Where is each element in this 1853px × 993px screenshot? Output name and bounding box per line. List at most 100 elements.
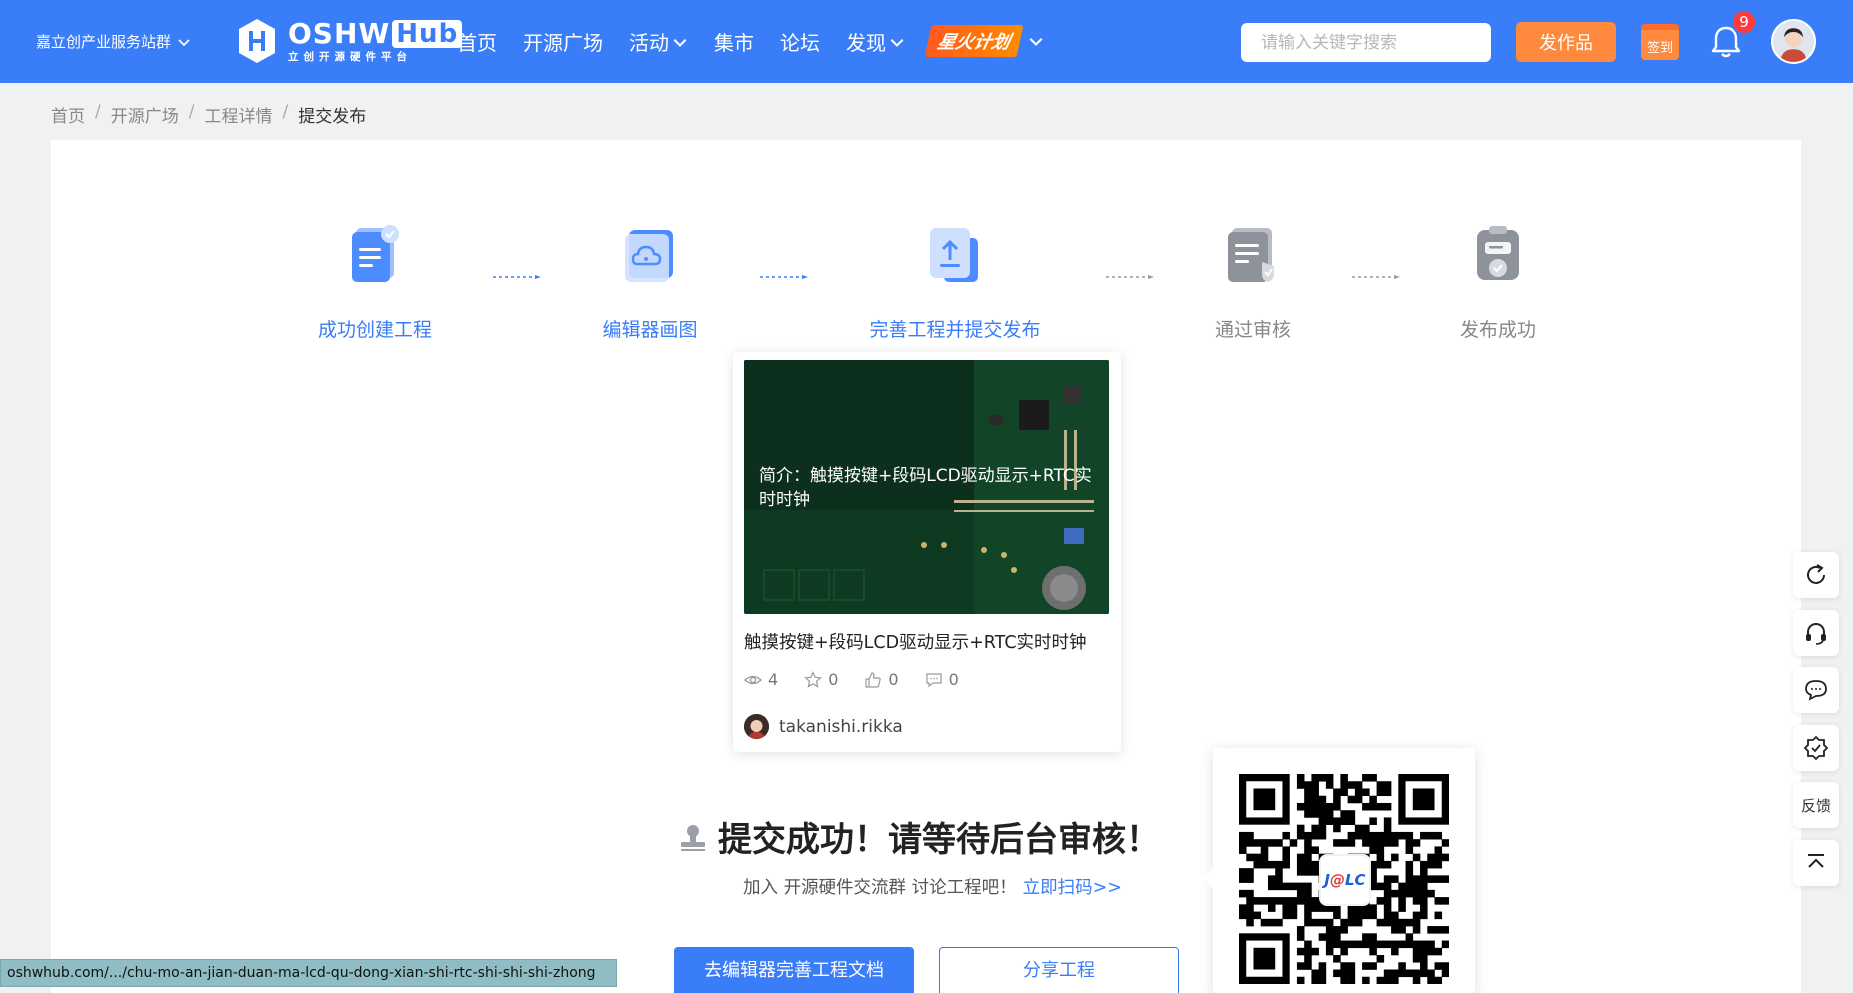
breadcrumb-current: 提交发布 (298, 107, 367, 127)
author-name: takanishi.rikka (779, 716, 903, 737)
publish-button[interactable]: 发作品 (1516, 22, 1616, 62)
spark-plan-badge: 星火计划 (924, 25, 1024, 57)
avatar-image (1773, 21, 1814, 62)
breadcrumb: 首页 / 开源广场 / 工程详情 / 提交发布 (51, 102, 366, 127)
go-to-editor-button[interactable]: 去编辑器完善工程文档 (674, 947, 914, 993)
chat-bubble-icon (1805, 680, 1827, 701)
comments-count: 0 (948, 670, 959, 689)
breadcrumb-separator: / (188, 102, 195, 122)
search-box (1241, 23, 1491, 62)
user-avatar[interactable] (1771, 19, 1816, 64)
logo-hub-text: Hub (392, 19, 463, 48)
upload-icon (930, 228, 978, 282)
chevron-down-icon (1029, 37, 1043, 46)
cluster-menu[interactable]: 嘉立创产业服务站群 (36, 31, 191, 52)
site-logo[interactable]: OSHW Hub 立创开源硬件平台 (236, 16, 463, 65)
qr-logo-at: @ (1330, 871, 1345, 889)
logo-subtitle: 立创开源硬件平台 (288, 50, 412, 63)
likes-stat: 0 (864, 670, 899, 689)
nav-item-home[interactable]: 首页 (457, 27, 497, 56)
headset-icon (1806, 623, 1826, 645)
nav-item-square[interactable]: 开源广场 (523, 27, 603, 56)
main-nav: 首页 开源广场 活动 集市 论坛 发现 (457, 27, 931, 56)
step-review: 通过审核 (1178, 220, 1328, 342)
breadcrumb-project[interactable]: 工程详情 (204, 102, 272, 127)
thumbs-up-icon (865, 671, 882, 688)
cloud-editor-icon (625, 230, 673, 282)
step-label: 成功创建工程 (317, 319, 432, 341)
step-arrow (760, 275, 808, 279)
nav-item-discover[interactable]: 发现 (846, 27, 905, 56)
nav-item-market[interactable]: 集市 (714, 27, 754, 56)
review-doc-icon (1228, 228, 1274, 282)
join-text: 加入 开源硬件交流群 讨论工程吧！ (743, 878, 1017, 898)
step-editor: 编辑器画图 (575, 220, 725, 342)
step-create: 成功创建工程 (300, 220, 450, 342)
search-input[interactable] (1261, 32, 1480, 53)
step-submit: 完善工程并提交发布 (855, 220, 1055, 342)
project-card[interactable]: 简介：触摸按键+段码LCD驱动显示+RTC实时时钟 触摸按键+段码LCD驱动显示… (733, 352, 1121, 752)
project-title[interactable]: 触摸按键+段码LCD驱动显示+RTC实时时钟 (744, 629, 1087, 654)
signin-button[interactable]: 签到 (1641, 24, 1679, 60)
back-to-top-icon (1808, 854, 1824, 868)
customer-service-button[interactable] (1793, 610, 1839, 656)
comment-icon (925, 672, 942, 687)
star-icon (804, 670, 823, 688)
back-to-top-button[interactable] (1793, 840, 1839, 886)
document-icon (352, 225, 399, 282)
notification-badge: 9 (1731, 9, 1757, 35)
step-label: 通过审核 (1214, 319, 1291, 341)
cluster-label: 嘉立创产业服务站群 (36, 33, 172, 51)
breadcrumb-separator: / (282, 102, 289, 122)
logo-main-text: OSHW (288, 16, 391, 50)
share-project-button[interactable]: 分享工程 (939, 947, 1179, 993)
step-published: 发布成功 (1423, 220, 1573, 342)
nav-label: 首页 (457, 31, 497, 55)
spark-plan-menu[interactable]: 星火计划 (924, 25, 1044, 57)
qr-logo-lc: LC (1345, 871, 1366, 889)
nav-label: 开源广场 (523, 31, 603, 55)
badge-check-icon (1803, 735, 1829, 761)
project-description: 简介：触摸按键+段码LCD驱动显示+RTC实时时钟 (759, 466, 1092, 510)
chevron-down-icon (673, 38, 687, 47)
signin-label: 签到 (1646, 41, 1673, 56)
nav-item-forum[interactable]: 论坛 (780, 27, 820, 56)
refresh-icon (1807, 564, 1825, 584)
stamp-icon (681, 824, 705, 851)
stars-stat: 0 (804, 670, 838, 689)
clipboard-check-icon (1477, 226, 1519, 280)
step-label: 编辑器画图 (602, 319, 698, 341)
nav-label: 发现 (846, 31, 886, 55)
logo-hexagon-icon (239, 19, 275, 63)
step-arrow (493, 275, 541, 279)
chat-button[interactable] (1793, 667, 1839, 713)
chevron-down-icon (178, 38, 190, 46)
step-arrow (1352, 275, 1400, 279)
breadcrumb-square[interactable]: 开源广场 (111, 102, 179, 127)
top-header: 嘉立创产业服务站群 OSHW Hub 立创开源硬件平台 首页 开源广场 活动 集… (0, 0, 1853, 83)
nav-label: 论坛 (780, 31, 820, 55)
stars-count: 0 (828, 670, 839, 689)
comments-stat: 0 (925, 670, 959, 689)
views-stat: 4 (744, 670, 778, 689)
chevron-down-icon (890, 38, 904, 47)
step-arrow (1106, 275, 1154, 279)
nav-label: 集市 (714, 31, 754, 55)
scan-now-link[interactable]: 立即扫码>> (1023, 878, 1122, 898)
breadcrumb-home[interactable]: 首页 (51, 102, 85, 127)
qr-code-popup: J @ LC (1203, 748, 1475, 993)
views-count: 4 (768, 670, 779, 689)
breadcrumb-separator: / (95, 102, 101, 122)
certified-button[interactable] (1793, 725, 1839, 771)
likes-count: 0 (888, 670, 899, 689)
project-thumbnail[interactable]: 简介：触摸按键+段码LCD驱动显示+RTC实时时钟 (744, 360, 1109, 614)
step-label: 发布成功 (1459, 319, 1536, 341)
success-text: 提交成功！请等待后台审核！ (718, 820, 1160, 860)
join-group-text: 加入 开源硬件交流群 讨论工程吧！ 立即扫码>> (743, 874, 1122, 899)
feedback-button[interactable]: 反馈 (1793, 782, 1839, 828)
project-author[interactable]: takanishi.rikka (744, 714, 903, 739)
step-label: 完善工程并提交发布 (869, 319, 1041, 341)
status-bar-url: oshwhub.com/.../chu-mo-an-jian-duan-ma-l… (0, 959, 617, 987)
nav-item-activity[interactable]: 活动 (629, 27, 688, 56)
refresh-button[interactable] (1793, 552, 1839, 598)
